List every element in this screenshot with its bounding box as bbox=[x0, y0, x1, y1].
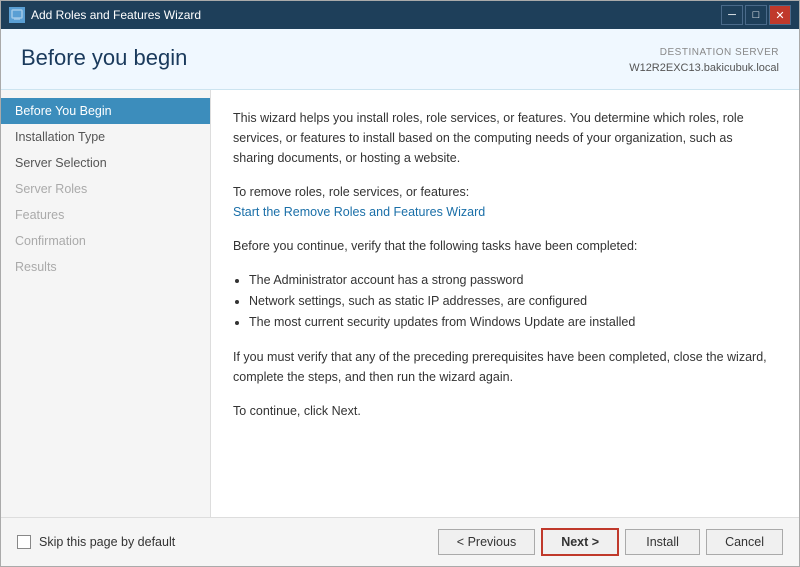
list-item: The Administrator account has a strong p… bbox=[249, 270, 777, 291]
minimize-button[interactable]: ─ bbox=[721, 5, 743, 25]
content-para2-prefix: To remove roles, role services, or featu… bbox=[233, 182, 777, 222]
sidebar-item-before-you-begin[interactable]: Before You Begin bbox=[1, 98, 210, 124]
window-title: Add Roles and Features Wizard bbox=[31, 8, 201, 22]
previous-button[interactable]: < Previous bbox=[438, 529, 535, 555]
main-content: Before you begin DESTINATION SERVER W12R… bbox=[1, 29, 799, 566]
list-item: Network settings, such as static IP addr… bbox=[249, 291, 777, 312]
sidebar-item-features: Features bbox=[1, 202, 210, 228]
install-button[interactable]: Install bbox=[625, 529, 700, 555]
sidebar-item-results: Results bbox=[1, 254, 210, 280]
content-wrapper: Before You Begin Installation Type Serve… bbox=[1, 90, 799, 518]
skip-area: Skip this page by default bbox=[17, 535, 175, 549]
maximize-button[interactable]: □ bbox=[745, 5, 767, 25]
cancel-button[interactable]: Cancel bbox=[706, 529, 783, 555]
header-area: Before you begin DESTINATION SERVER W12R… bbox=[1, 29, 799, 90]
title-bar-left: Add Roles and Features Wizard bbox=[9, 7, 201, 23]
title-bar-controls: ─ □ ✕ bbox=[721, 5, 791, 25]
title-bar: Add Roles and Features Wizard ─ □ ✕ bbox=[1, 1, 799, 29]
prerequisites-list: The Administrator account has a strong p… bbox=[249, 270, 777, 334]
skip-label: Skip this page by default bbox=[39, 535, 175, 549]
button-area: < Previous Next > Install Cancel bbox=[438, 528, 783, 556]
close-button[interactable]: ✕ bbox=[769, 5, 791, 25]
sidebar-item-confirmation: Confirmation bbox=[1, 228, 210, 254]
sidebar: Before You Begin Installation Type Serve… bbox=[1, 90, 211, 518]
dest-server-label: DESTINATION SERVER bbox=[629, 45, 779, 60]
wizard-window: Add Roles and Features Wizard ─ □ ✕ Befo… bbox=[0, 0, 800, 567]
sidebar-item-server-selection[interactable]: Server Selection bbox=[1, 150, 210, 176]
content-para3: Before you continue, verify that the fol… bbox=[233, 236, 777, 256]
wizard-icon bbox=[9, 7, 25, 23]
dest-server-value: W12R2EXC13.bakicubuk.local bbox=[629, 60, 779, 77]
content-area: This wizard helps you install roles, rol… bbox=[211, 90, 799, 518]
content-para4: If you must verify that any of the prece… bbox=[233, 347, 777, 387]
next-button[interactable]: Next > bbox=[541, 528, 619, 556]
list-item: The most current security updates from W… bbox=[249, 312, 777, 333]
footer-area: Skip this page by default < Previous Nex… bbox=[1, 517, 799, 566]
remove-roles-link[interactable]: Start the Remove Roles and Features Wiza… bbox=[233, 205, 485, 219]
content-para5: To continue, click Next. bbox=[233, 401, 777, 421]
sidebar-item-server-roles: Server Roles bbox=[1, 176, 210, 202]
content-para1: This wizard helps you install roles, rol… bbox=[233, 108, 777, 168]
sidebar-item-installation-type[interactable]: Installation Type bbox=[1, 124, 210, 150]
destination-server-info: DESTINATION SERVER W12R2EXC13.bakicubuk.… bbox=[629, 45, 779, 77]
page-title: Before you begin bbox=[21, 45, 187, 71]
skip-checkbox[interactable] bbox=[17, 535, 31, 549]
